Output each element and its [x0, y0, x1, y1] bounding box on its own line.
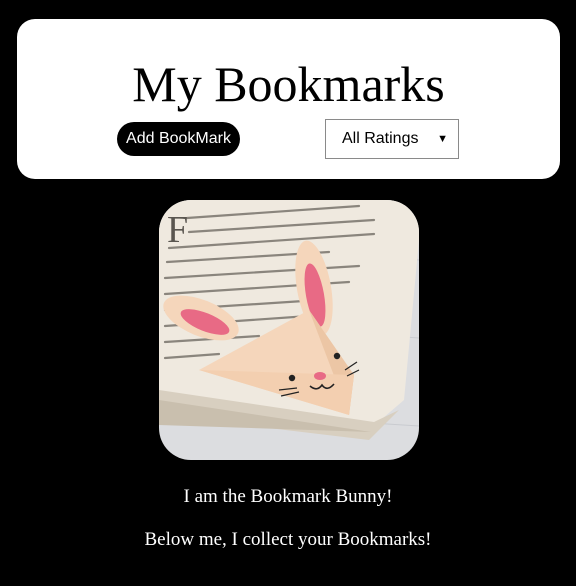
caption-collect-bookmarks: Below me, I collect your Bookmarks! [144, 529, 432, 550]
bookmark-bunny-image: F [159, 200, 419, 460]
rating-filter-select[interactable]: All Ratings ▼ [325, 119, 459, 159]
triangle-down-icon: ▼ [437, 133, 448, 145]
rating-filter-value: All Ratings [342, 130, 419, 147]
page-title: My Bookmarks [132, 56, 445, 112]
add-bookmark-button[interactable]: Add BookMark [117, 122, 240, 156]
svg-text:F: F [167, 209, 188, 251]
caption-bookmark-bunny: I am the Bookmark Bunny! [183, 486, 393, 507]
header-card: My Bookmarks Add BookMark All Ratings ▼ [17, 19, 560, 179]
